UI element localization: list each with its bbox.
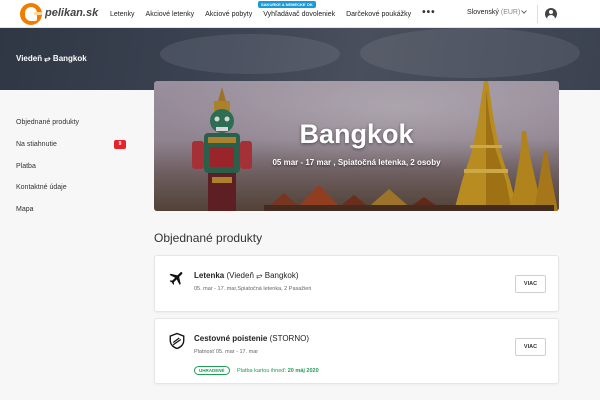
- destination-city-title: Bangkok: [299, 119, 414, 149]
- pelikan-logo[interactable]: pelikan.sk: [20, 3, 104, 25]
- nav-item-akciove-letenky[interactable]: Akciové letenky: [146, 11, 195, 18]
- sidebar-item-mapa[interactable]: Mapa: [16, 206, 34, 213]
- user-account-icon[interactable]: [545, 8, 557, 20]
- airplane-icon: [169, 272, 183, 285]
- product-card-insurance: Cestovné poistenie (STORNO) Platnosť 05.…: [154, 318, 559, 384]
- insurance-title: Cestovné poistenie (STORNO): [194, 334, 309, 343]
- pelican-logo-icon: [20, 3, 42, 25]
- sidebar-item-objednane-produkty[interactable]: Objednané produkty: [16, 119, 79, 126]
- flight-title-route: (Viedeň ⥂ Bangkok): [226, 271, 299, 280]
- paid-status-badge: UHRADENÉ: [194, 366, 230, 376]
- trip-summary: 05 mar - 17 mar , Spiatočná letenka, 2 o…: [272, 158, 441, 167]
- nav-item-akciove-pobyty[interactable]: Akciové pobyty: [205, 11, 252, 18]
- insurance-title-main: Cestovné poistenie: [194, 334, 268, 343]
- route-title: Viedeň ⥂ Bangkok: [16, 54, 87, 63]
- logo-text: pelikan.sk: [45, 7, 99, 19]
- product-card-flight: Letenka (Viedeň ⥂ Bangkok) 05. mar - 17.…: [154, 255, 559, 312]
- shield-icon: [169, 332, 185, 350]
- top-navigation-bar: pelikan.sk Letenky Akciové letenky Akcio…: [0, 0, 600, 28]
- language-label: Slovenský: [467, 9, 499, 16]
- destination-banner: Bangkok 05 mar - 17 mar , Spiatočná lete…: [154, 81, 559, 211]
- nav-item-vyhladavac-dovoleniek[interactable]: Vyhľadávač dovoleniek: [263, 11, 335, 18]
- flight-title-main: Letenka: [194, 271, 225, 280]
- main-nav: Letenky Akciové letenky Akciové pobyty V…: [110, 0, 436, 28]
- nav-item-darcekove-poukazky[interactable]: Darčekové poukážky: [346, 11, 411, 18]
- sidebar-item-kontaktne-udaje[interactable]: Kontaktné údaje: [16, 184, 67, 191]
- ordered-products-heading: Objednané produkty: [154, 231, 263, 245]
- insurance-validity: Platnosť 05. mar - 17. mar: [194, 349, 259, 355]
- payment-status-row: UHRADENÉ Platba kartou ihneď: 20 máj 202…: [194, 362, 319, 376]
- more-menu-icon[interactable]: •••: [422, 7, 436, 18]
- nav-item-letenky[interactable]: Letenky: [110, 11, 135, 18]
- download-count-badge: 9: [114, 140, 126, 149]
- payment-date: 20 máj 2020: [287, 367, 319, 374]
- flight-more-button[interactable]: VIAC: [515, 275, 546, 293]
- flight-details: 05. mar - 17. mar,Spiatočná letenka, 2 P…: [194, 286, 312, 292]
- currency-label: (EUR): [500, 9, 521, 16]
- chevron-down-icon[interactable]: [521, 9, 527, 15]
- payment-method-label: Platba kartou ihneď:: [236, 367, 287, 374]
- header-divider: [537, 5, 538, 23]
- language-selector[interactable]: Slovenský (EUR): [467, 9, 520, 16]
- sidebar-item-platba[interactable]: Platba: [16, 163, 36, 170]
- nav-promo-badge: SAKURKE A NEMECKE OK: [258, 1, 316, 8]
- flight-title: Letenka (Viedeň ⥂ Bangkok): [194, 271, 299, 281]
- insurance-title-type: (STORNO): [269, 334, 309, 343]
- payment-info: Platba kartou ihneď: 20 máj 2020: [237, 368, 319, 374]
- sidebar-item-na-stiahnutie[interactable]: Na stiahnutie: [16, 141, 57, 148]
- insurance-more-button[interactable]: VIAC: [515, 338, 546, 356]
